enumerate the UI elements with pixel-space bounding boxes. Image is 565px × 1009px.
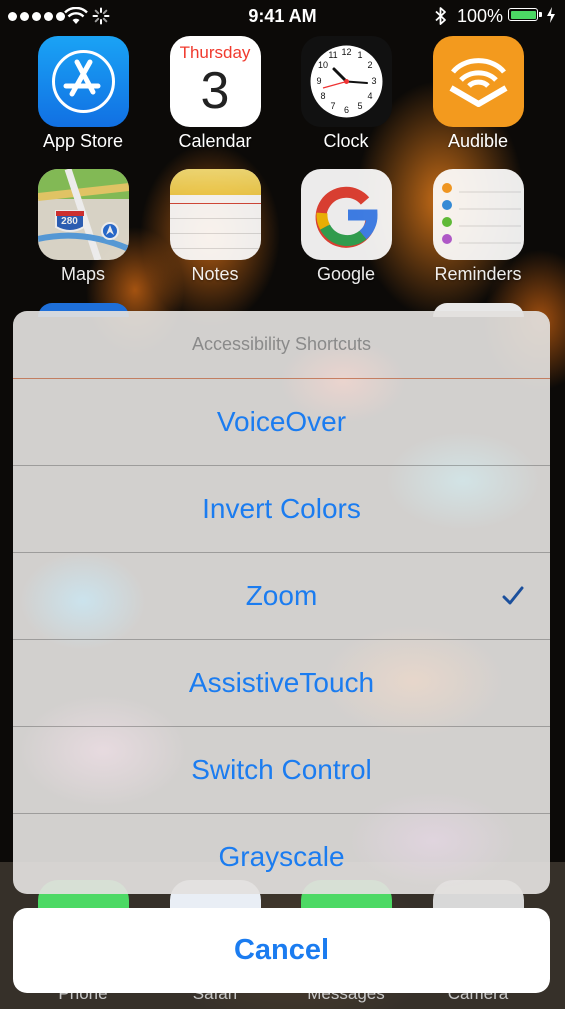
svg-text:12: 12 xyxy=(341,47,351,57)
svg-text:1: 1 xyxy=(357,50,362,60)
clock-app[interactable]: 12 1 2 345 678 9 10 11 Clock xyxy=(281,36,411,152)
calendar-weekday: Thursday xyxy=(179,43,251,62)
reminders-app[interactable]: Reminders xyxy=(413,169,543,285)
notes-app[interactable]: Notes xyxy=(150,169,280,285)
audible-icon xyxy=(432,36,524,127)
charging-bolt-icon xyxy=(547,7,555,23)
app-store-app[interactable]: App Store xyxy=(18,36,148,152)
sheet-title: Accessibility Shortcuts xyxy=(13,311,550,379)
calendar-day: 3 xyxy=(200,62,230,120)
option-switch-control[interactable]: Switch Control xyxy=(13,727,550,814)
battery-icon xyxy=(508,8,542,21)
app-label: Reminders xyxy=(434,264,522,284)
notes-icon xyxy=(169,169,261,260)
calendar-app[interactable]: Thursday 3 Calendar xyxy=(150,36,280,152)
option-label: Invert Colors xyxy=(202,493,361,524)
app-label: App Store xyxy=(42,131,124,151)
option-invert-colors[interactable]: Invert Colors xyxy=(13,466,550,553)
bluetooth-icon xyxy=(435,7,446,25)
svg-text:7: 7 xyxy=(330,101,335,111)
clock-icon: 12 1 2 345 678 9 10 11 xyxy=(300,36,392,127)
svg-text:4: 4 xyxy=(367,91,372,101)
reminders-icon xyxy=(432,169,524,260)
option-voiceover[interactable]: VoiceOver xyxy=(13,379,550,466)
battery-percent: 100% xyxy=(457,6,504,26)
app-label: Clock xyxy=(323,131,369,151)
map-route-number: 280 xyxy=(61,216,78,227)
svg-text:2: 2 xyxy=(367,60,372,70)
app-label: Calendar xyxy=(178,131,252,151)
google-app[interactable]: Google xyxy=(281,169,411,285)
checkmark-icon xyxy=(502,553,524,639)
google-icon xyxy=(300,169,392,260)
option-label: VoiceOver xyxy=(216,406,347,437)
app-label: Notes xyxy=(191,264,239,284)
svg-text:10: 10 xyxy=(317,60,327,70)
app-label: Maps xyxy=(60,264,105,284)
svg-text:5: 5 xyxy=(357,101,362,111)
maps-icon: 280 xyxy=(37,169,129,260)
status-bar: 9:41 AM 100% xyxy=(0,0,565,34)
cancel-button[interactable]: Cancel xyxy=(13,908,550,993)
svg-text:8: 8 xyxy=(320,91,325,101)
accessibility-shortcuts-sheet: Accessibility Shortcuts VoiceOver Invert… xyxy=(13,311,550,894)
app-label: Google xyxy=(316,264,376,284)
maps-app[interactable]: 280 Maps xyxy=(18,169,148,285)
calendar-icon: Thursday 3 xyxy=(169,36,261,127)
option-label: Zoom xyxy=(245,580,318,611)
audible-app[interactable]: Audible xyxy=(413,36,543,152)
svg-text:11: 11 xyxy=(328,50,337,60)
option-assistivetouch[interactable]: AssistiveTouch xyxy=(13,640,550,727)
option-zoom[interactable]: Zoom xyxy=(13,553,550,640)
app-label: Audible xyxy=(447,131,509,151)
option-grayscale[interactable]: Grayscale xyxy=(13,814,550,894)
svg-text:9: 9 xyxy=(316,76,321,86)
app-store-icon xyxy=(37,36,129,127)
option-label: Switch Control xyxy=(191,754,372,785)
svg-text:6: 6 xyxy=(343,105,348,115)
option-label: AssistiveTouch xyxy=(188,667,375,698)
option-label: Grayscale xyxy=(218,841,345,872)
svg-text:3: 3 xyxy=(371,76,376,86)
